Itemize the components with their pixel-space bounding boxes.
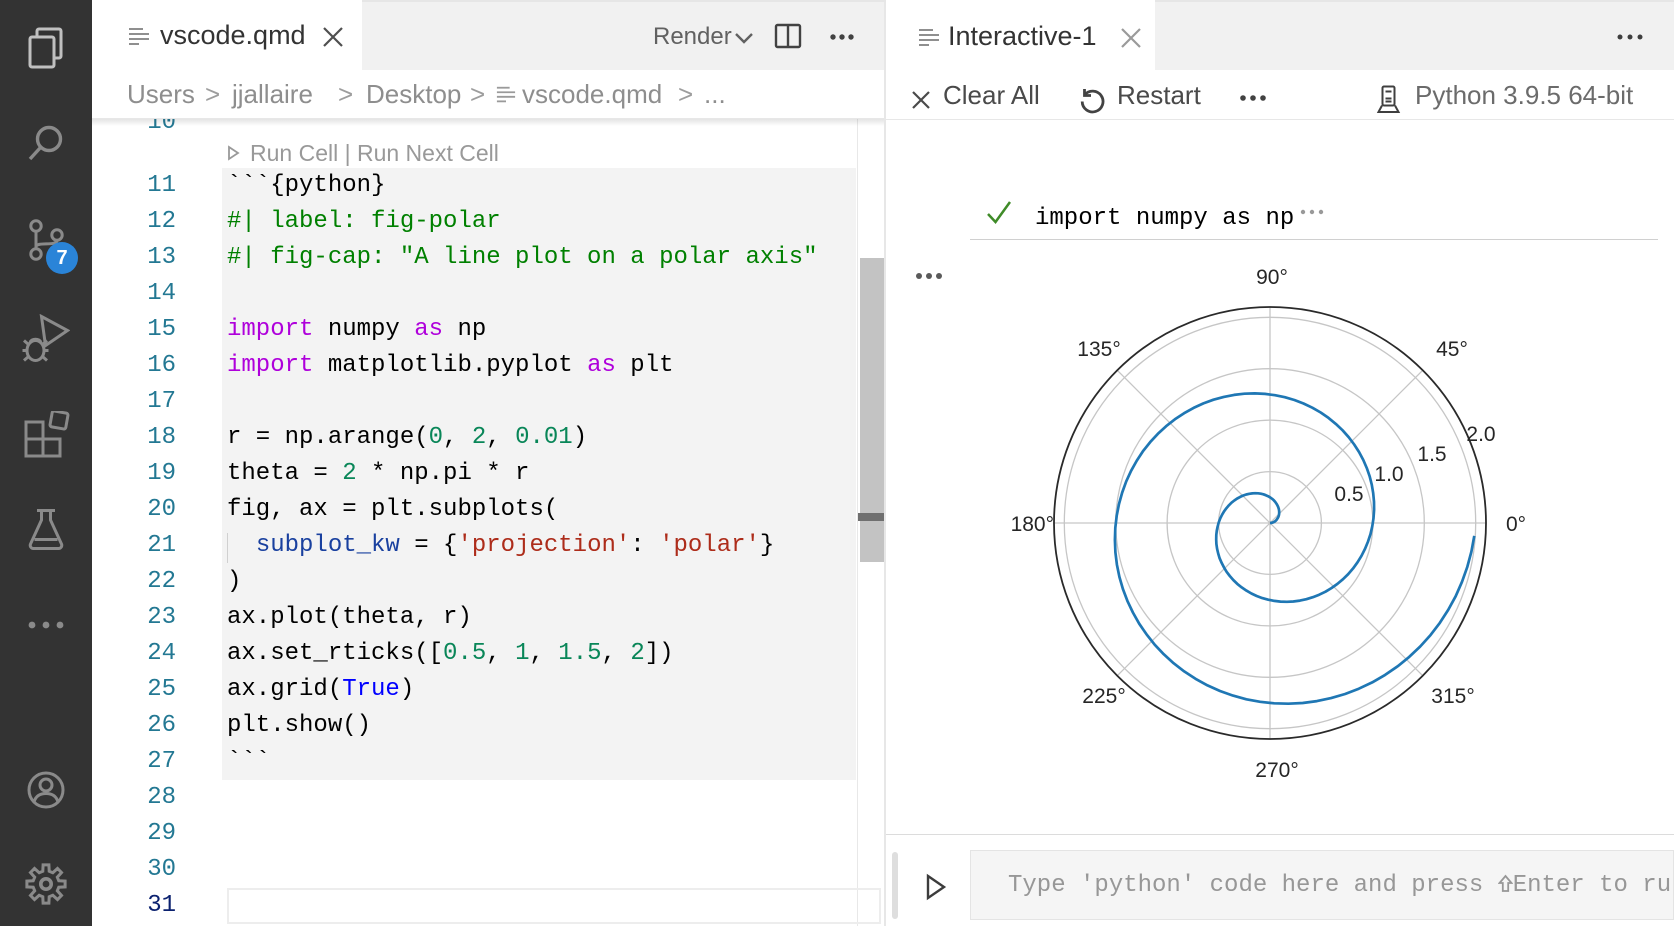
svg-text:0°: 0° xyxy=(1506,513,1526,536)
svg-text:180°: 180° xyxy=(1011,513,1054,536)
svg-text:315°: 315° xyxy=(1431,685,1474,708)
svg-text:1.5: 1.5 xyxy=(1417,443,1446,466)
svg-text:2.0: 2.0 xyxy=(1466,423,1495,446)
svg-text:45°: 45° xyxy=(1436,338,1468,361)
svg-text:1.0: 1.0 xyxy=(1374,463,1403,486)
svg-text:90°: 90° xyxy=(1256,266,1288,289)
svg-text:135°: 135° xyxy=(1077,338,1120,361)
svg-text:225°: 225° xyxy=(1082,685,1125,708)
svg-text:0.5: 0.5 xyxy=(1334,483,1363,506)
svg-text:270°: 270° xyxy=(1255,759,1298,782)
